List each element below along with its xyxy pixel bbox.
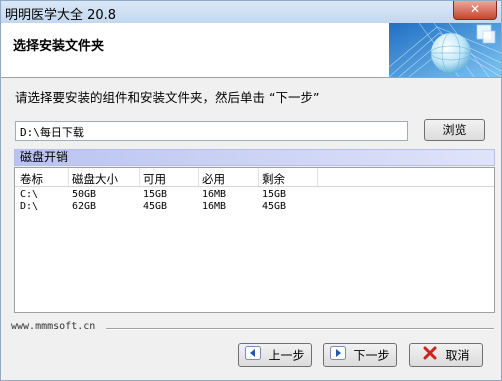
- title-bar[interactable]: 明明医学大全 20.8 ✕: [1, 1, 501, 24]
- window-title: 明明医学大全 20.8: [5, 8, 117, 23]
- instruction-text: 请选择要安装的组件和安装文件夹，然后单击 “下一步”: [15, 90, 320, 105]
- footer-divider: [106, 328, 494, 330]
- red-x-icon: [422, 345, 438, 367]
- close-icon: ✕: [469, 2, 481, 16]
- next-button-label: 下一步: [353, 348, 390, 363]
- close-button[interactable]: ✕: [453, 1, 497, 20]
- cell-required: 16MB: [202, 201, 227, 212]
- installer-window: 明明医学大全 20.8 ✕ 选择安装文件夹 请选择要安装的组件和安装文件夹，然后…: [0, 0, 502, 381]
- cell-available: 45GB: [143, 201, 168, 212]
- next-button[interactable]: 下一步: [323, 343, 397, 367]
- browse-button[interactable]: 浏览: [424, 119, 485, 141]
- column-divider: [258, 168, 259, 186]
- header-globe-graphic: [389, 23, 501, 77]
- install-path-input[interactable]: D:\每日下载: [15, 121, 408, 141]
- cell-remaining: 15GB: [262, 189, 287, 200]
- disk-space-table[interactable]: 卷标 磁盘大小 可用 必用 剩余 C:\ 50GB 15GB 16MB 15GB…: [14, 167, 495, 313]
- cell-required: 16MB: [202, 189, 227, 200]
- column-divider: [139, 168, 140, 186]
- page-title: 选择安装文件夹: [13, 39, 105, 54]
- column-divider: [198, 168, 199, 186]
- column-header-required: 必用: [202, 172, 225, 186]
- cell-volume: D:\: [20, 201, 39, 212]
- cell-remaining: 45GB: [262, 201, 287, 212]
- column-divider: [68, 168, 69, 186]
- website-url: www.mmmsoft.cn: [11, 321, 96, 332]
- column-header-volume: 卷标: [20, 172, 43, 186]
- column-divider: [317, 168, 318, 186]
- back-button[interactable]: 上一步: [238, 343, 312, 367]
- arrow-left-icon: [245, 345, 262, 367]
- table-row[interactable]: D:\ 62GB 45GB 16MB 45GB: [15, 201, 494, 213]
- table-row[interactable]: C:\ 50GB 15GB 16MB 15GB: [15, 189, 494, 201]
- cell-available: 15GB: [143, 189, 168, 200]
- back-button-label: 上一步: [268, 348, 305, 363]
- column-header-available: 可用: [143, 172, 166, 186]
- arrow-right-icon: [330, 345, 347, 367]
- disk-space-header: 磁盘开销: [14, 149, 495, 166]
- cell-volume: C:\: [20, 189, 39, 200]
- column-header-size: 磁盘大小: [72, 172, 118, 186]
- column-header-remaining: 剩余: [262, 172, 285, 186]
- cell-size: 50GB: [72, 189, 97, 200]
- cancel-button[interactable]: 取消: [409, 343, 483, 367]
- header-panel: 选择安装文件夹: [1, 23, 501, 78]
- table-header: 卷标 磁盘大小 可用 必用 剩余: [15, 168, 494, 187]
- cancel-button-label: 取消: [445, 348, 470, 363]
- cell-size: 62GB: [72, 201, 97, 212]
